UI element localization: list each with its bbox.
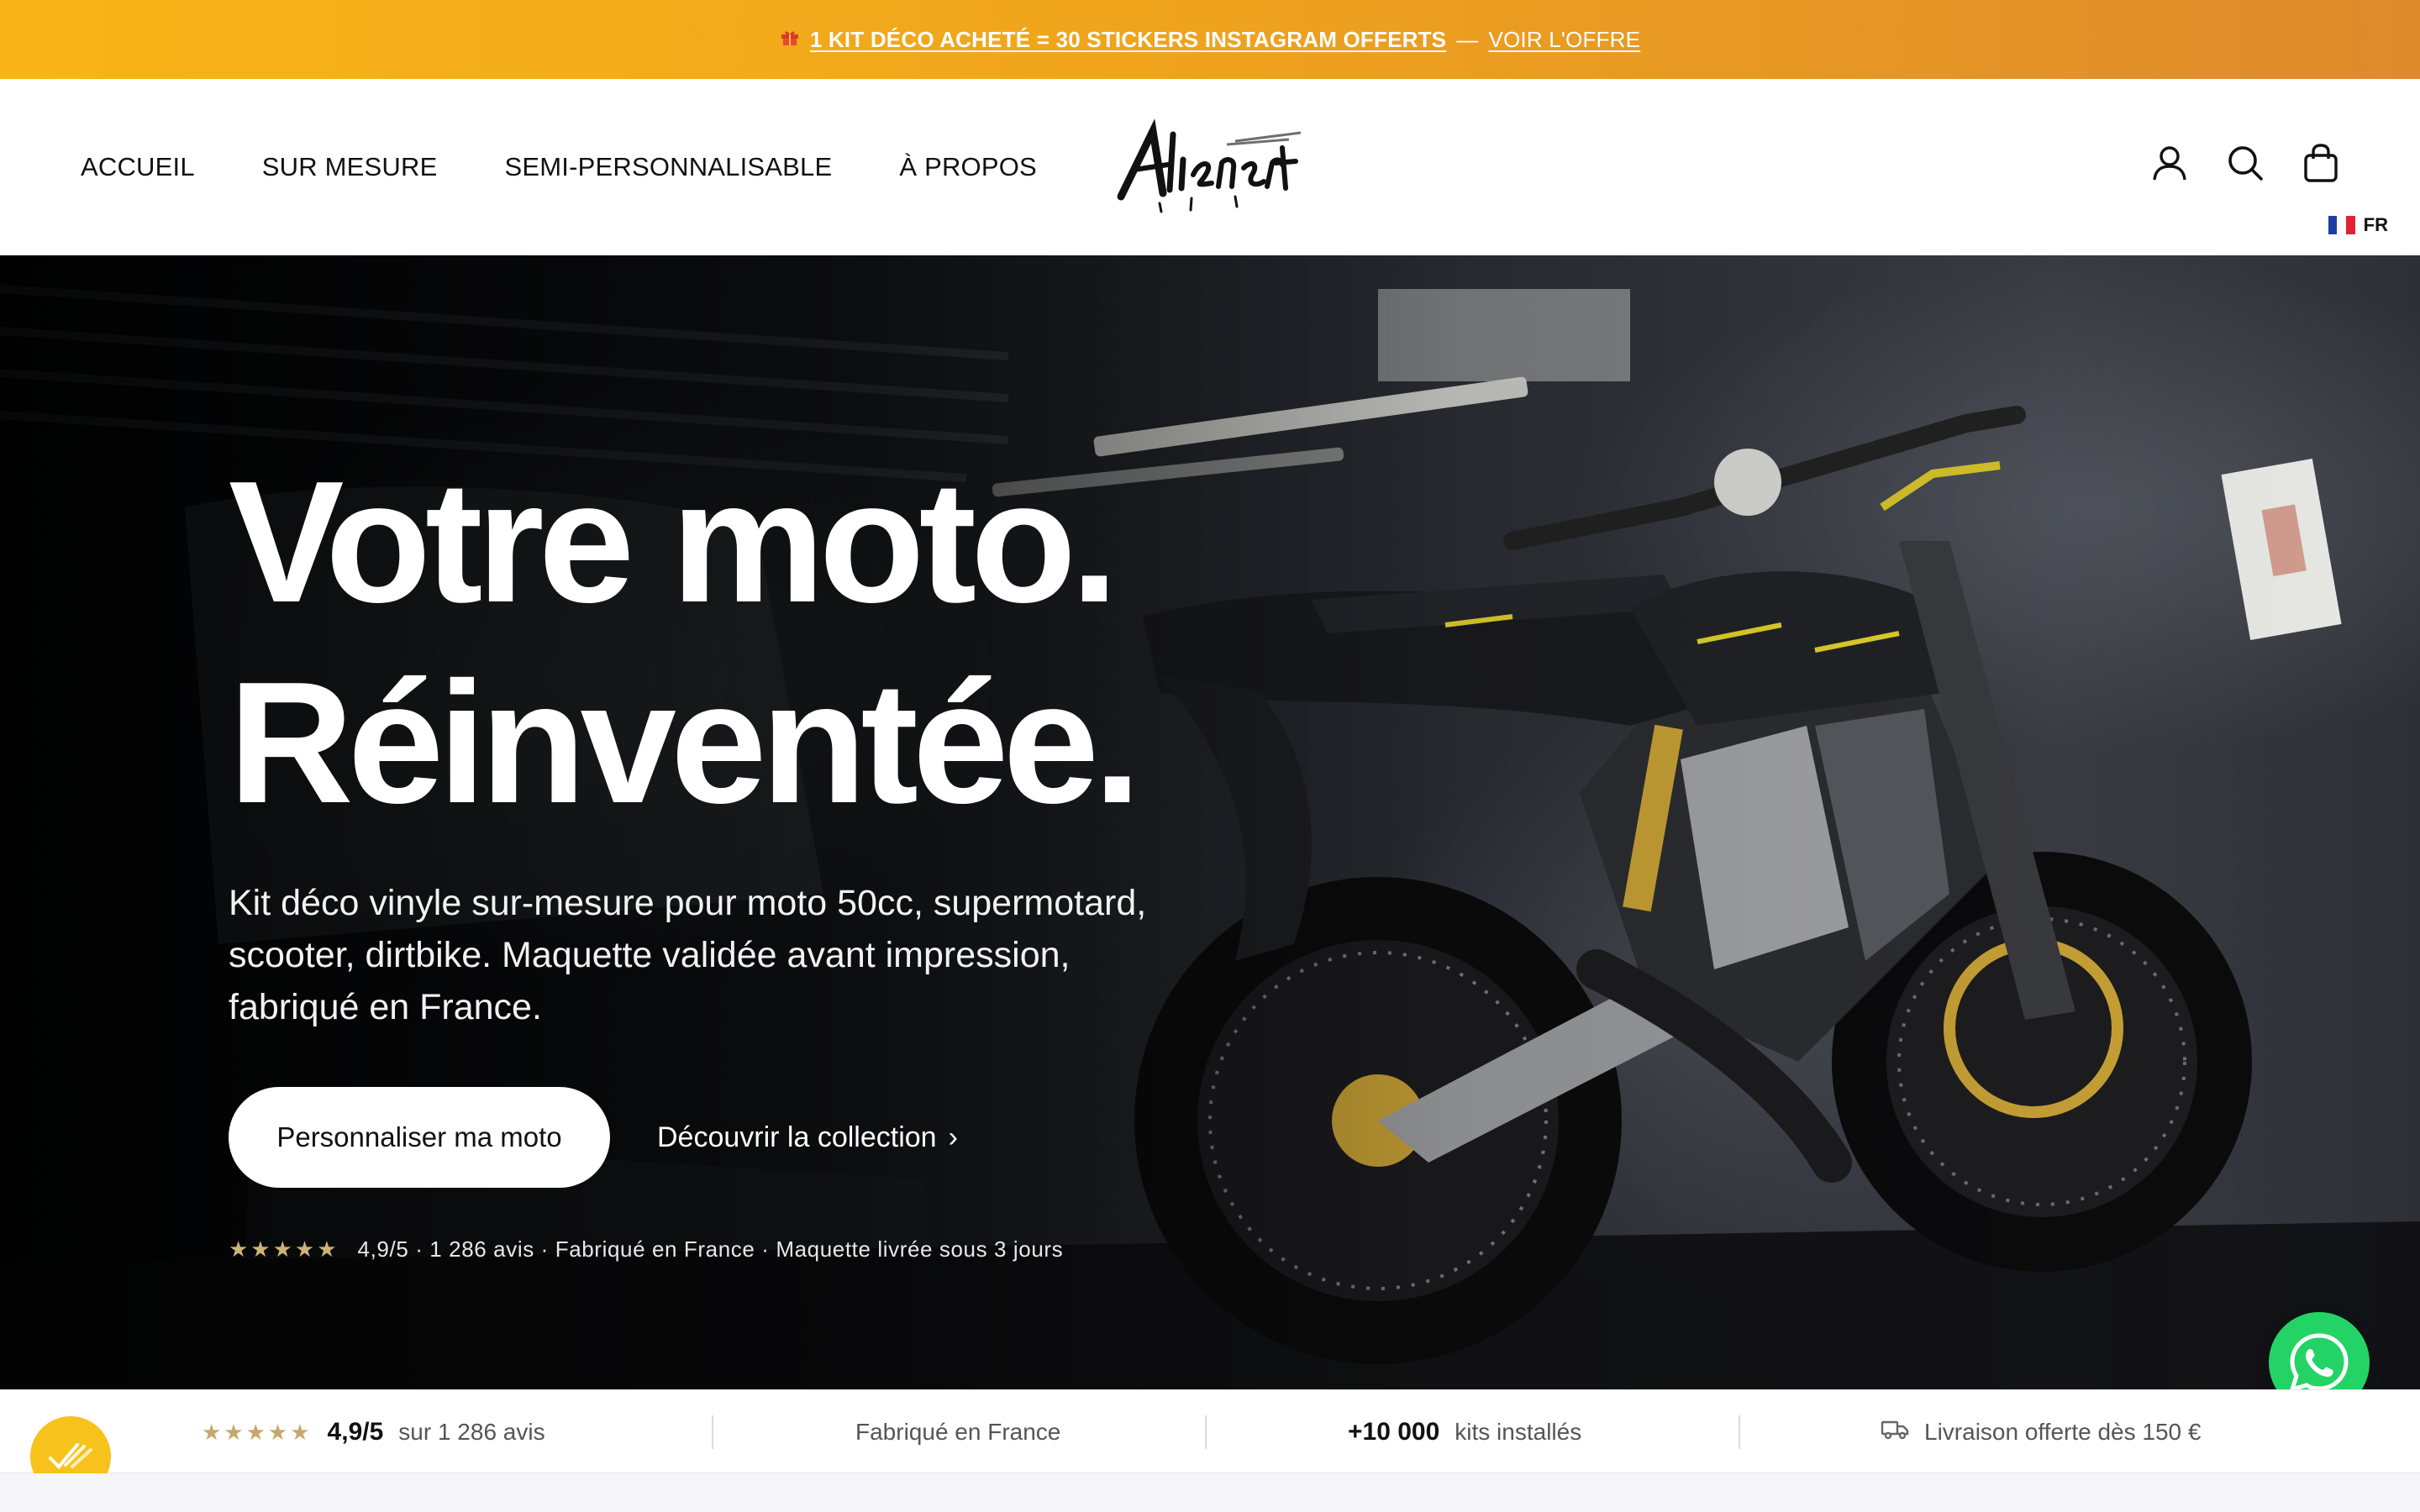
language-code: FR bbox=[2363, 214, 2388, 235]
nav-item-sur-mesure[interactable]: SUR MESURE bbox=[262, 152, 438, 182]
bottom-section-start bbox=[0, 1473, 2420, 1512]
announcement-separator: — bbox=[1456, 26, 1479, 52]
hero-headline-line1: Votre moto. bbox=[229, 445, 1118, 638]
trust-kits-installed: +10 000 kits installés bbox=[1348, 1390, 1581, 1474]
language-selector[interactable]: FR bbox=[2312, 202, 2403, 249]
announcement-offer-link[interactable]: VOIR L'OFFRE bbox=[1488, 27, 1640, 53]
trust-rating-value: 4,9/5 bbox=[327, 1418, 384, 1446]
trust-divider bbox=[712, 1415, 713, 1449]
search-icon[interactable] bbox=[2227, 143, 2264, 183]
chevron-right-icon: › bbox=[948, 1121, 958, 1153]
trust-rating-text: sur 1 286 avis bbox=[398, 1419, 545, 1445]
trust-shipping-text: Livraison offerte dès 150 € bbox=[1924, 1419, 2202, 1445]
hero-subline: Kit déco vinyle sur-mesure pour moto 50c… bbox=[229, 882, 1147, 1027]
account-icon[interactable] bbox=[2151, 143, 2188, 183]
whatsapp-icon bbox=[2290, 1333, 2349, 1389]
hero-social-proof: ★★★★★ 4,9/5 · 1 286 avis · Fabriqué en F… bbox=[229, 1236, 1063, 1263]
trust-made-in-france: Fabriqué en France bbox=[855, 1390, 1060, 1474]
truck-icon bbox=[1881, 1419, 1909, 1446]
trust-divider bbox=[1205, 1415, 1207, 1449]
discover-collection-link[interactable]: Découvrir la collection › bbox=[657, 1121, 958, 1154]
trust-bar: ★★★★★ 4,9/5 sur 1 286 avis Fabriqué en F… bbox=[0, 1389, 2420, 1473]
main-nav: ACCUEIL SUR MESURE SEMI-PERSONNALISABLE … bbox=[81, 79, 1037, 255]
site-header: ACCUEIL SUR MESURE SEMI-PERSONNALISABLE … bbox=[0, 79, 2420, 255]
hero-headline: Votre moto. Réinventée. bbox=[229, 442, 1237, 843]
nav-item-semi-personnalisable[interactable]: SEMI-PERSONNALISABLE bbox=[504, 152, 832, 182]
trust-kits-value: +10 000 bbox=[1348, 1418, 1440, 1446]
rating-stars-icon: ★★★★★ bbox=[202, 1419, 313, 1445]
cart-icon[interactable] bbox=[2302, 143, 2339, 183]
trust-rating: ★★★★★ 4,9/5 sur 1 286 avis bbox=[202, 1390, 545, 1474]
checkmarks-icon bbox=[49, 1443, 92, 1469]
trust-shipping: Livraison offerte dès 150 € bbox=[1881, 1390, 2201, 1474]
brand-logo[interactable] bbox=[1109, 116, 1311, 217]
personalize-button[interactable]: Personnaliser ma moto bbox=[229, 1087, 610, 1188]
announcement-bar[interactable]: 1 KIT DÉCO ACHETÉ = 30 STICKERS INSTAGRA… bbox=[0, 0, 2420, 79]
nav-item-accueil[interactable]: ACCUEIL bbox=[81, 152, 195, 182]
nav-item-a-propos[interactable]: À PROPOS bbox=[899, 152, 1037, 182]
trust-divider bbox=[1739, 1415, 1740, 1449]
france-flag-icon bbox=[2328, 216, 2355, 234]
announcement-offer-text[interactable]: 1 KIT DÉCO ACHETÉ = 30 STICKERS INSTAGRA… bbox=[810, 27, 1446, 53]
hero-section: Votre moto. Réinventée. Kit déco vinyle … bbox=[0, 255, 2420, 1389]
gift-icon bbox=[780, 27, 800, 53]
hero-headline-line2: Réinventée. bbox=[229, 645, 1141, 839]
trust-kits-text: kits installés bbox=[1455, 1419, 1582, 1445]
header-icons bbox=[2151, 143, 2339, 183]
hero-proof-text: 4,9/5 · 1 286 avis · Fabriqué en France … bbox=[357, 1236, 1064, 1262]
trust-made-in-text: Fabriqué en France bbox=[855, 1419, 1061, 1445]
rating-stars-icon: ★★★★★ bbox=[229, 1236, 339, 1262]
discover-collection-label: Découvrir la collection bbox=[657, 1121, 937, 1153]
hero-text-block: Votre moto. Réinventée. Kit déco vinyle … bbox=[229, 442, 1237, 1033]
hero-cta-row: Personnaliser ma moto Découvrir la colle… bbox=[229, 1087, 958, 1188]
